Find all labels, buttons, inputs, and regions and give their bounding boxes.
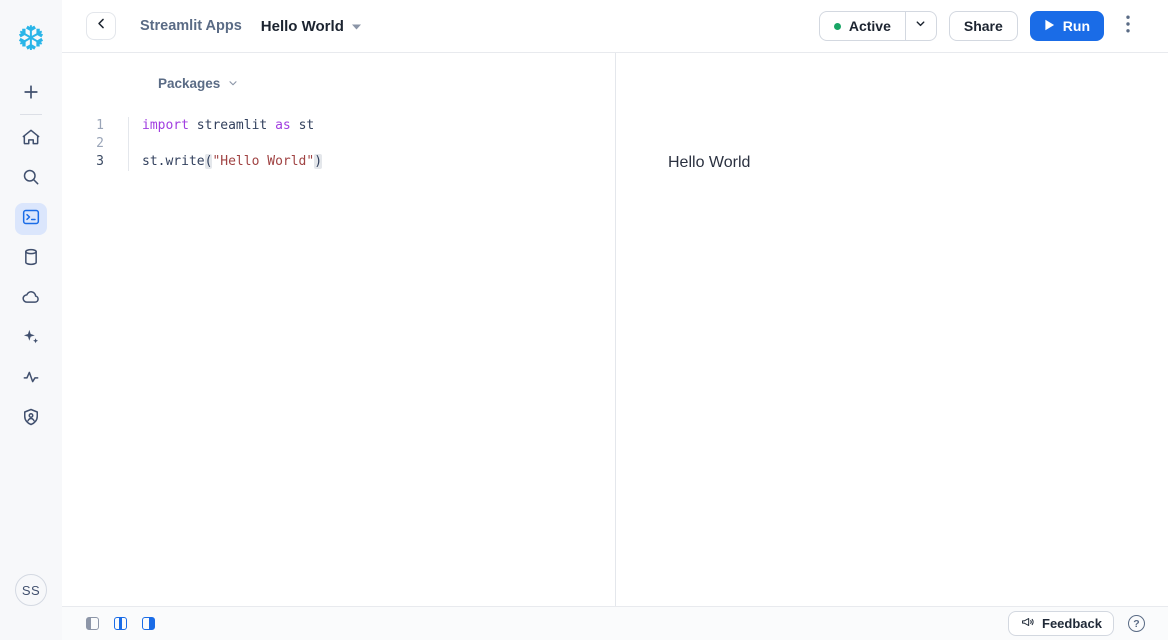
content: Packages 123 import streamlit as stst.wr… — [62, 53, 1168, 606]
line-number-gutter: 123 — [62, 117, 129, 171]
bottom-right-actions: Feedback ? — [1008, 611, 1145, 636]
code-lines[interactable]: import streamlit as stst.write("Hello Wo… — [129, 117, 322, 171]
layout-split-view-icon[interactable] — [114, 617, 127, 630]
sidebar-item-activity[interactable] — [15, 363, 47, 395]
code-token-variable: streamlit — [197, 118, 267, 133]
more-options-button[interactable] — [1118, 14, 1138, 38]
status-button[interactable]: Active — [820, 12, 905, 40]
code-token-bracket-match: ) — [314, 154, 322, 169]
line-number: 1 — [62, 117, 104, 135]
code-token-string: "Hello World" — [212, 154, 314, 169]
line-number: 2 — [62, 135, 104, 153]
sidebar-item-cloud[interactable] — [15, 283, 47, 315]
app-output-text: Hello World — [668, 154, 1168, 172]
breadcrumb[interactable]: Streamlit Apps — [140, 18, 242, 34]
layout-preview-only-icon[interactable] — [142, 617, 155, 630]
chevron-down-icon[interactable] — [227, 77, 239, 89]
app-preview-panel: Hello World — [616, 53, 1168, 606]
header-actions: Active Share Run — [819, 11, 1138, 41]
code-token-variable: st — [142, 154, 158, 169]
help-button[interactable]: ? — [1128, 615, 1145, 632]
status-label: Active — [849, 18, 891, 34]
code-line[interactable]: st.write("Hello World") — [142, 153, 322, 171]
home-icon — [21, 127, 41, 152]
caret-down-icon — [352, 17, 361, 35]
code-token-plain — [189, 118, 197, 133]
packages-dropdown[interactable]: Packages — [158, 76, 220, 91]
code-editor-panel: Packages 123 import streamlit as stst.wr… — [62, 53, 616, 606]
code-line[interactable] — [142, 135, 322, 153]
sidebar: ❆ — [0, 0, 62, 640]
status-dot-icon — [834, 23, 841, 30]
back-button[interactable] — [86, 12, 116, 40]
code-token-variable: write — [165, 154, 204, 169]
title-dropdown[interactable] — [352, 17, 361, 35]
sparkles-icon — [21, 327, 41, 352]
console-icon — [21, 207, 41, 232]
sidebar-divider — [20, 114, 42, 115]
sidebar-item-ai-ml[interactable] — [15, 323, 47, 355]
user-avatar[interactable]: SS — [15, 574, 47, 606]
code-token-keyword: as — [275, 118, 291, 133]
layout-editor-only-icon[interactable] — [86, 617, 99, 630]
page-title: Hello World — [261, 18, 344, 35]
status-caret-button[interactable] — [906, 12, 936, 40]
code-token-plain — [291, 118, 299, 133]
run-label: Run — [1063, 18, 1090, 34]
code-editor[interactable]: 123 import streamlit as stst.write("Hell… — [62, 117, 615, 171]
line-number: 3 — [62, 153, 104, 171]
status-dropdown: Active — [819, 11, 937, 41]
layout-toggles — [86, 617, 155, 630]
code-token-keyword: import — [142, 118, 189, 133]
database-icon — [21, 247, 41, 272]
cloud-icon — [21, 287, 41, 312]
kebab-icon — [1126, 15, 1130, 38]
run-button[interactable]: Run — [1030, 11, 1104, 41]
plus-icon — [21, 82, 41, 107]
bottom-bar: Feedback ? — [62, 606, 1168, 640]
share-button[interactable]: Share — [949, 11, 1018, 41]
search-icon — [21, 167, 41, 192]
megaphone-icon — [1020, 615, 1035, 632]
code-token-plain — [267, 118, 275, 133]
activity-icon — [21, 367, 41, 392]
code-token-variable: st — [299, 118, 315, 133]
add-button[interactable] — [15, 78, 47, 110]
main-area: Streamlit Apps Hello World Active Sh — [62, 0, 1168, 640]
feedback-label: Feedback — [1042, 616, 1102, 631]
snowflake-logo-icon: ❆ — [17, 20, 46, 58]
sidebar-item-projects[interactable] — [15, 203, 47, 235]
sidebar-item-home[interactable] — [15, 123, 47, 155]
sidebar-item-search[interactable] — [15, 163, 47, 195]
code-line[interactable]: import streamlit as st — [142, 117, 322, 135]
chevron-down-icon — [914, 17, 927, 35]
play-icon — [1044, 18, 1055, 34]
feedback-button[interactable]: Feedback — [1008, 611, 1114, 636]
sidebar-item-data[interactable] — [15, 243, 47, 275]
chevron-left-icon — [94, 16, 109, 36]
shield-user-icon — [21, 407, 41, 432]
sidebar-item-admin[interactable] — [15, 403, 47, 435]
header: Streamlit Apps Hello World Active Sh — [62, 0, 1168, 53]
packages-row: Packages — [62, 53, 615, 90]
